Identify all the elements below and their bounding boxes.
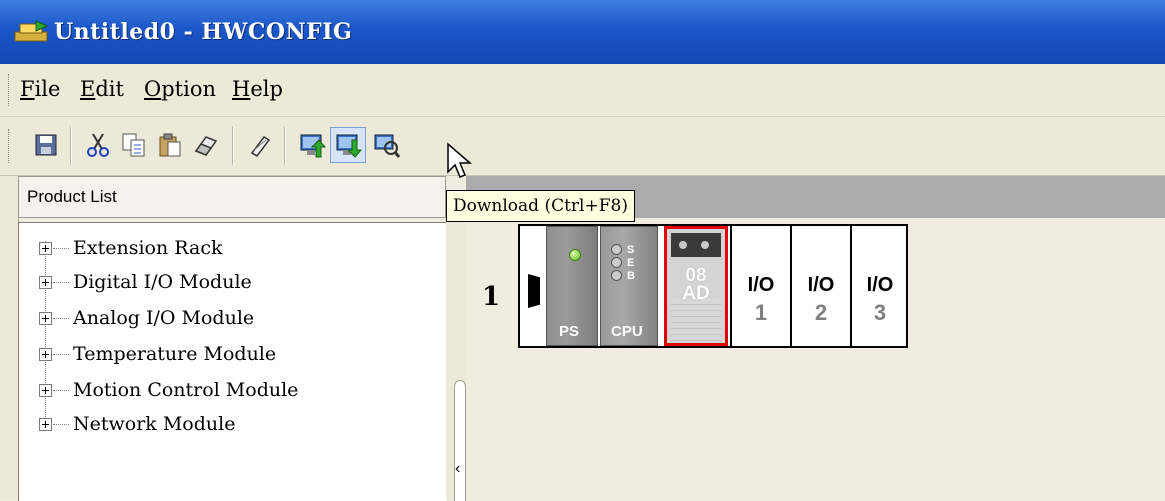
status-led-icon — [611, 257, 622, 268]
power-led-icon — [569, 249, 581, 261]
window-title: Untitled0 - HWCONFIG — [54, 19, 353, 45]
cpu-module[interactable]: S E B CPU — [600, 226, 658, 346]
tree-item-temperature[interactable]: Temperature Module — [39, 339, 276, 369]
copy-button[interactable] — [118, 129, 150, 161]
tree-item-extension-rack[interactable]: Extension Rack — [39, 233, 222, 263]
menu-file[interactable]: File — [20, 77, 60, 101]
tree-item-label: Network Module — [73, 413, 236, 435]
erase-button[interactable] — [190, 129, 222, 161]
tree-item-analog-io[interactable]: Analog I/O Module — [39, 303, 254, 333]
tree-item-label: Digital I/O Module — [73, 271, 252, 293]
tree-item-network[interactable]: Network Module — [39, 409, 235, 439]
expand-icon[interactable] — [39, 241, 52, 255]
led-label: B — [627, 269, 635, 282]
menu-help[interactable]: Help — [232, 77, 283, 101]
toolbar-grip — [8, 129, 11, 163]
tree-item-label: Extension Rack — [73, 237, 223, 259]
module-vents — [671, 299, 721, 343]
paste-icon — [159, 133, 181, 157]
io-slot-label: I/O — [807, 274, 835, 296]
menu-grip — [8, 74, 11, 106]
tree-item-motion-control[interactable]: Motion Control Module — [39, 375, 298, 405]
module-led-panel — [671, 233, 721, 257]
upload-icon — [300, 134, 326, 158]
save-button[interactable] — [30, 129, 62, 161]
download-icon — [336, 134, 362, 158]
tree-item-label: Analog I/O Module — [73, 307, 255, 329]
panel-splitter[interactable]: ‹ — [446, 222, 466, 501]
menu-option[interactable]: Option — [144, 77, 216, 101]
led-label: E — [627, 256, 635, 269]
io-slot-number: 3 — [873, 300, 887, 325]
copy-icon — [122, 133, 145, 157]
title-bar: Untitled0 - HWCONFIG — [0, 0, 1165, 64]
collapse-left-icon[interactable]: ‹ — [455, 460, 460, 478]
rename-button[interactable] — [244, 129, 276, 161]
rack-number: 1 — [482, 282, 501, 312]
mouse-cursor-icon — [447, 142, 473, 178]
io-slot-label: I/O — [866, 274, 894, 296]
menu-bar: File Edit Option Help — [0, 64, 1165, 117]
product-list-header: Product List — [18, 176, 446, 218]
io-slot-label: I/O — [747, 274, 775, 296]
tree-item-label: Temperature Module — [73, 343, 277, 365]
product-list-title: Product List — [27, 187, 117, 206]
menu-edit[interactable]: Edit — [80, 77, 124, 101]
analog-input-module-selected[interactable]: 08 AD — [664, 226, 728, 346]
scrollbar[interactable] — [454, 380, 466, 501]
paste-button[interactable] — [154, 129, 186, 161]
expand-icon[interactable] — [39, 347, 52, 361]
io-slot-number: 2 — [814, 300, 828, 325]
product-list-tree[interactable]: Extension Rack Digital I/O Module Analog… — [18, 222, 447, 501]
io-slot-1[interactable]: I/O 1 — [730, 226, 790, 346]
status-led-icon — [611, 244, 622, 255]
expand-icon[interactable] — [39, 383, 52, 397]
eraser-icon — [194, 136, 218, 156]
expand-icon[interactable] — [39, 311, 52, 325]
expand-icon[interactable] — [39, 417, 52, 431]
tree-item-label: Motion Control Module — [73, 379, 299, 401]
status-led-icon — [611, 270, 622, 281]
led-label: S — [627, 243, 635, 256]
expand-icon[interactable] — [39, 275, 52, 289]
scan-icon — [374, 134, 400, 158]
toolbar-separator — [70, 127, 72, 165]
download-tooltip: Download (Ctrl+F8) — [446, 190, 635, 222]
ps-label: PS — [559, 323, 580, 340]
power-supply-module[interactable]: PS — [546, 226, 598, 346]
toolbar-separator — [284, 127, 286, 165]
upload-button[interactable] — [296, 129, 328, 161]
tree-item-digital-io[interactable]: Digital I/O Module — [39, 267, 252, 297]
toolbar — [0, 117, 1165, 176]
scan-button[interactable] — [370, 129, 402, 161]
download-button[interactable] — [330, 127, 366, 163]
io-slot-3[interactable]: I/O 3 — [850, 226, 906, 346]
toolbar-separator — [232, 127, 234, 165]
app-icon — [14, 20, 48, 42]
cut-button[interactable] — [82, 129, 114, 161]
cpu-label: CPU — [611, 323, 643, 340]
save-icon — [35, 134, 57, 156]
cut-icon — [87, 133, 109, 157]
rename-icon — [250, 136, 271, 157]
rack: PS S E B CPU 08 AD I/O 1 I/O 2 I/O 3 — [518, 224, 908, 348]
rack-connector — [528, 274, 540, 308]
io-slot-number: 1 — [754, 300, 768, 325]
io-slot-2[interactable]: I/O 2 — [790, 226, 850, 346]
left-dock-strip — [0, 176, 19, 500]
